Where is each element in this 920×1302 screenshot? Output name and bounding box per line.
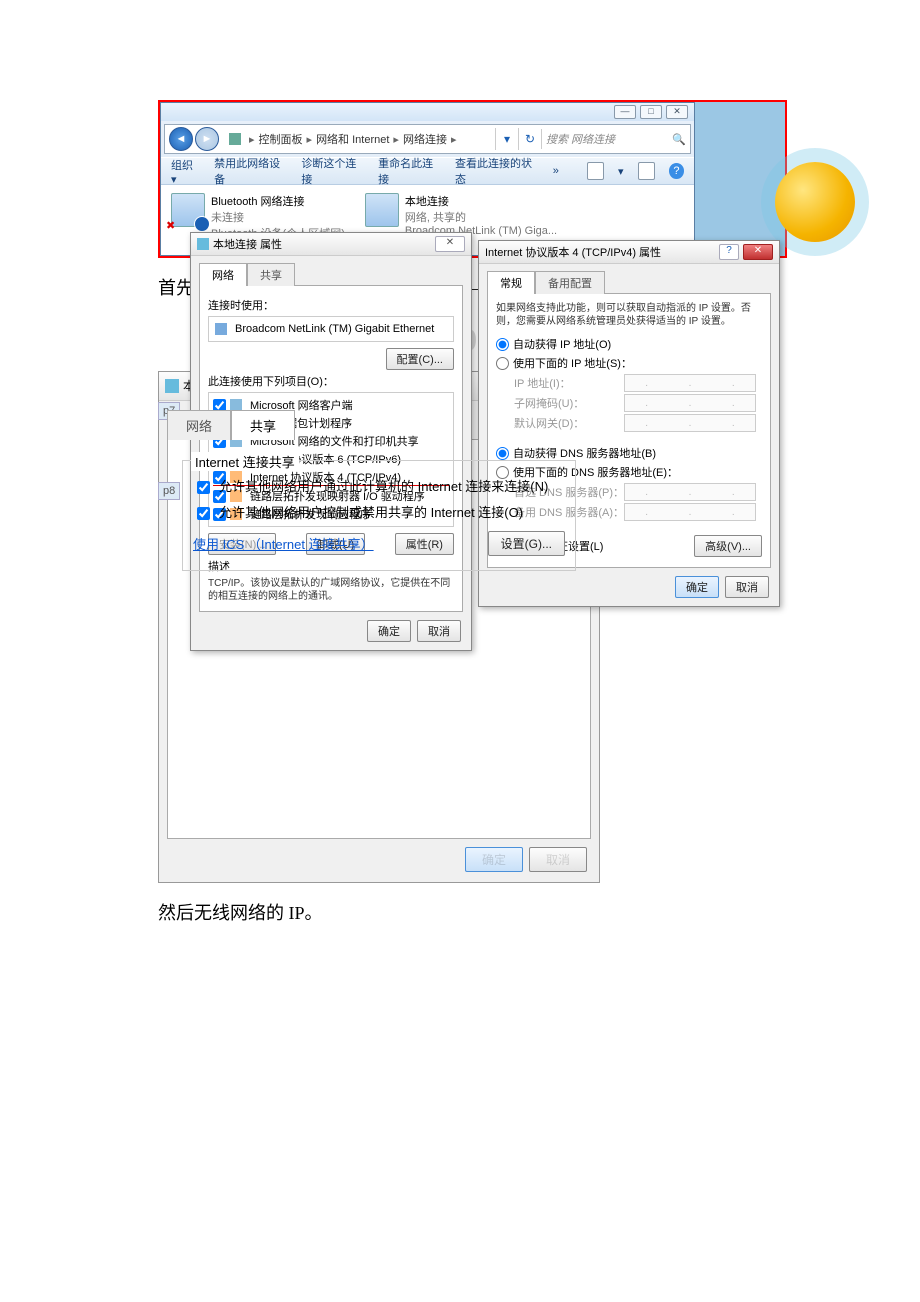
adapter-name: Broadcom NetLink (TM) Gigabit Ethernet [235,323,434,335]
back-button[interactable]: ◄ [169,127,193,151]
breadcrumb[interactable]: ▸ 控制面板 ▸ 网络和 Internet ▸ 网络连接 ▸ [223,131,495,147]
refresh-button[interactable]: ↻ [518,128,541,150]
mask-input: ... [624,394,756,412]
auto-ip-label: 自动获得 IP 地址(O) [513,336,611,352]
auto-dns-label: 自动获得 DNS 服务器地址(B) [513,445,656,461]
ipv4-title: Internet 协议版本 4 (TCP/IPv4) 属性 [485,244,661,260]
ok-button[interactable]: 确定 [465,847,523,872]
ok-button[interactable]: 确定 [367,620,411,642]
connect-using-label: 连接时使用： [208,297,454,313]
search-icon: 🔍 [672,133,686,146]
minimize-button[interactable]: — [614,105,636,119]
items-label: 此连接使用下列项目(O)： [208,373,454,389]
ics-fieldset: Internet 连接共享 允许其他网络用户通过此计算机的 Internet 连… [182,460,576,571]
gateway-input: ... [624,414,756,432]
control-panel-icon [229,133,241,145]
configure-button[interactable]: 配置(C)... [386,348,454,370]
cancel-button[interactable]: 取消 [725,576,769,598]
view-status-button[interactable]: 查看此连接的状态 [455,155,539,187]
margin-p8: p8 [158,482,180,500]
crumb-network-connections[interactable]: 网络连接 [403,131,447,147]
bt-status: 未连接 [211,209,345,225]
dns1-input: ... [624,483,756,501]
paragraph-2: 然后无线网络的 IP。 [158,899,783,928]
dialog-icon [165,379,179,393]
radio-auto-dns[interactable] [496,447,509,460]
tab-network[interactable]: 网络 [167,410,231,440]
ipv4-intro: 如果网络支持此功能，则可以获取自动指派的 IP 设置。否则，您需要从网络系统管理… [496,302,762,328]
search-input[interactable]: 搜索 网络连接 🔍 [541,129,690,149]
cancel-button[interactable]: 取消 [529,847,587,872]
bt-name: Bluetooth 网络连接 [211,193,345,209]
disable-device-button[interactable]: 禁用此网络设备 [214,155,287,187]
lan-icon [365,193,399,227]
diagnose-button[interactable]: 诊断这个连接 [301,155,364,187]
tab-network[interactable]: 网络 [199,263,247,286]
preview-pane-icon[interactable] [638,162,655,180]
ok-button[interactable]: 确定 [675,576,719,598]
crumb-control-panel[interactable]: 控制面板 [259,131,303,147]
allow-control-label: 允许其他网络用户控制或禁用共享的 Internet 连接(O) [219,505,523,522]
tab-sharing[interactable]: 共享 [231,410,295,440]
lan-status: 网络, 共享的 [405,209,557,225]
ip-addr-label: IP 地址(I)： [514,375,624,391]
allow-connect-checkbox[interactable] [197,481,210,494]
maximize-button[interactable]: □ [640,105,662,119]
bluetooth-icon [171,193,205,227]
settings-button[interactable]: 设置(G)... [488,531,565,556]
close-icon[interactable]: ✕ [435,236,465,252]
ip-addr-input: ... [624,374,756,392]
dns2-input: ... [624,503,756,521]
search-placeholder: 搜索 网络连接 [546,131,615,147]
allow-control-checkbox[interactable] [197,507,210,520]
gateway-label: 默认网关(D)： [514,415,624,431]
allow-connect-label: 允许其他网络用户通过此计算机的 Internet 连接来连接(N) [219,479,548,496]
close-button[interactable]: ✕ [666,105,688,119]
more-button[interactable]: » [553,165,559,177]
desktop-sun-decor [775,162,855,242]
use-ip-label: 使用下面的 IP 地址(S)： [513,355,632,371]
rename-button[interactable]: 重命名此连接 [378,155,441,187]
forward-button[interactable]: ► [195,127,219,151]
organize-menu[interactable]: 组织 ▾ [171,157,200,186]
address-bar: ◄ ► ▸ 控制面板 ▸ 网络和 Internet ▸ 网络连接 ▸ ▾ ↻ 搜… [164,124,691,154]
help-button[interactable]: ? [719,244,739,260]
desc-text: TCP/IP。该协议是默认的广域网络协议，它提供在不同的相互连接的网络上的通讯。 [208,577,454,603]
radio-auto-ip[interactable] [496,338,509,351]
lan-name: 本地连接 [405,193,557,209]
tab-sharing[interactable]: 共享 [247,263,295,286]
help-icon[interactable]: ? [669,163,684,179]
lan-properties-dialog: 本地连接 属性 ✕ 网络 共享 连接时使用： Broadcom NetLink … [190,232,472,651]
adapter-icon [215,323,227,335]
view-icon[interactable] [587,162,604,180]
command-bar: 组织 ▾ 禁用此网络设备 诊断这个连接 重命名此连接 查看此连接的状态 » ▾ … [161,157,694,185]
crumb-network-internet[interactable]: 网络和 Internet [316,131,389,147]
screenshot-1: — □ ✕ ◄ ► ▸ 控制面板 ▸ 网络和 Internet ▸ 网络连接 ▸ [158,100,787,258]
tab-alternate[interactable]: 备用配置 [535,271,605,294]
radio-use-ip[interactable] [496,357,509,370]
close-icon[interactable]: ✕ [743,244,773,260]
tab-general[interactable]: 常规 [487,271,535,294]
dialog-icon [197,238,209,250]
ics-legend: Internet 连接共享 [191,452,299,471]
advanced-button[interactable]: 高级(V)... [694,535,762,557]
window-titlebar: — □ ✕ [161,103,694,121]
dropdown-button[interactable]: ▾ [495,128,518,150]
dialog-title: 本地连接 属性 [213,236,282,252]
mask-label: 子网掩码(U)： [514,395,624,411]
cancel-button[interactable]: 取消 [417,620,461,642]
ics-link[interactable]: 使用 ICS （Internet 连接共享） [193,534,374,553]
